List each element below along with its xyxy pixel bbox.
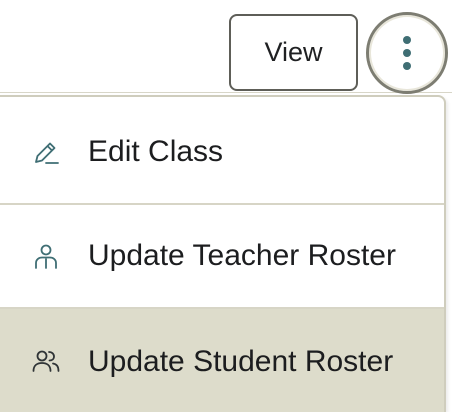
divider bbox=[0, 92, 452, 93]
menu-item-label: Update Student Roster bbox=[88, 344, 394, 378]
kebab-vertical-icon bbox=[403, 36, 411, 70]
view-button-label: View bbox=[264, 37, 323, 67]
more-options-button[interactable] bbox=[366, 12, 448, 94]
users-icon bbox=[32, 350, 60, 372]
teacher-icon bbox=[35, 244, 57, 269]
menu-item-update-student-roster[interactable]: Update Student Roster bbox=[0, 309, 444, 412]
page: View Edit Class Update Teacher Roster Up… bbox=[0, 0, 452, 412]
dropdown-menu: Edit Class Update Teacher Roster Update … bbox=[0, 95, 446, 412]
pencil-icon bbox=[35, 142, 59, 164]
menu-item-label: Edit Class bbox=[88, 135, 224, 168]
menu-item-label: Update Teacher Roster bbox=[88, 239, 396, 272]
view-button[interactable]: View bbox=[229, 14, 358, 91]
menu-item-edit-class[interactable]: Edit Class bbox=[0, 101, 444, 205]
menu-item-update-teacher-roster[interactable]: Update Teacher Roster bbox=[0, 205, 444, 309]
